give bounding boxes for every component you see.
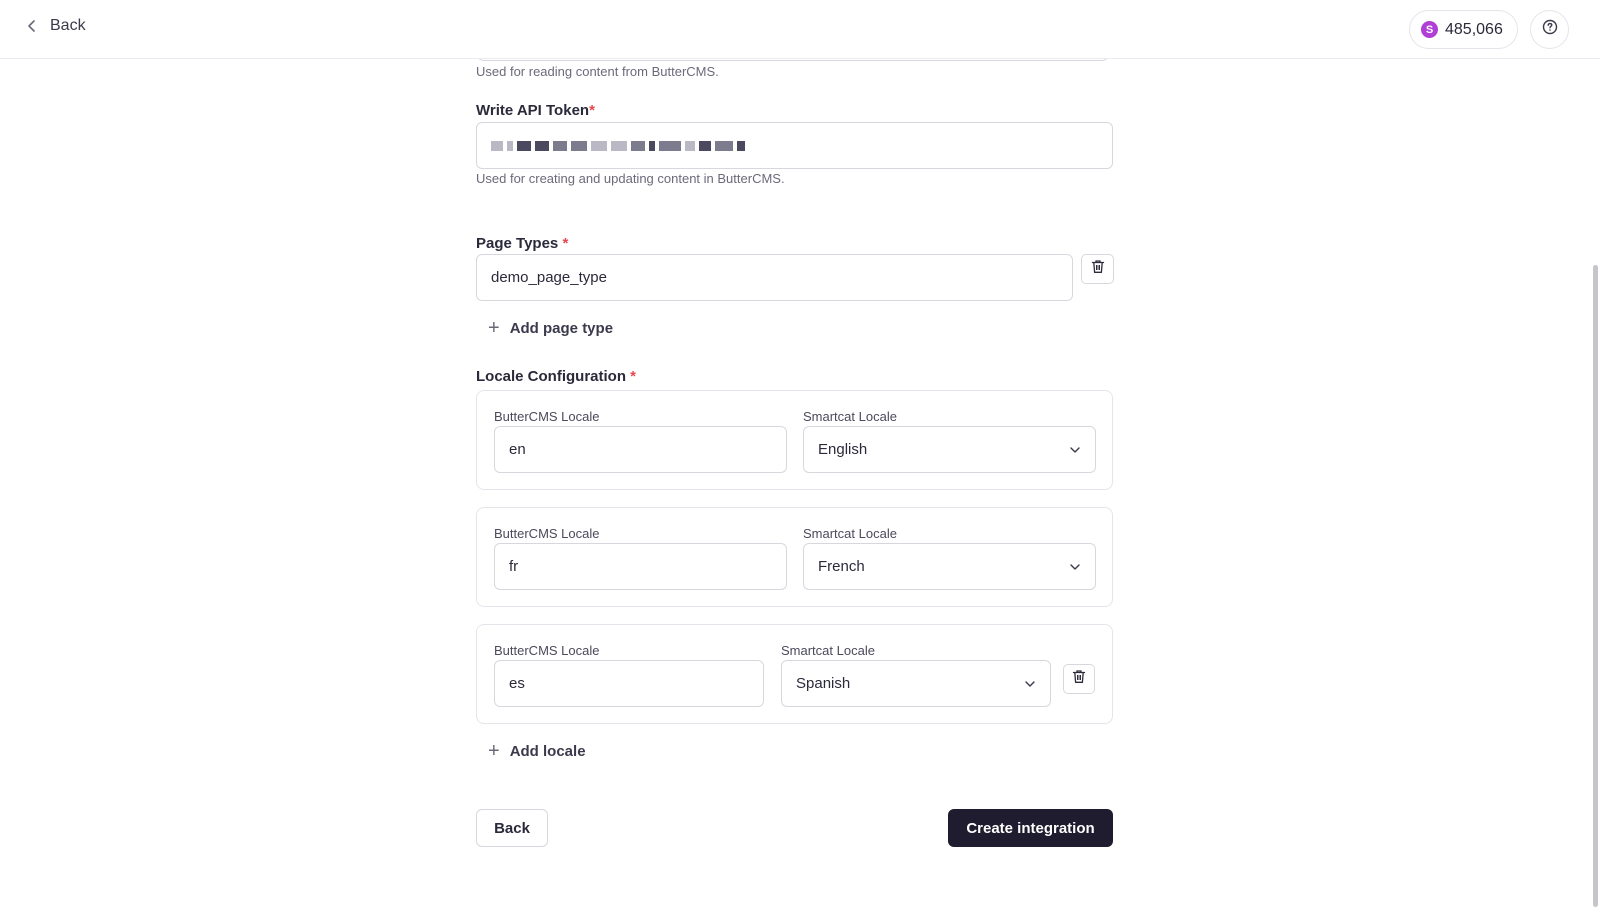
smartcat-locale-select[interactable]: French xyxy=(803,543,1096,590)
add-locale-label: Add locale xyxy=(509,742,586,760)
smartcat-locale-label: Smartcat Locale xyxy=(803,526,897,541)
help-button[interactable] xyxy=(1530,10,1569,49)
smartcat-locale-label: Smartcat Locale xyxy=(781,643,875,658)
buttercms-locale-label: ButterCMS Locale xyxy=(494,643,600,658)
smartcat-locale-value: English xyxy=(818,441,868,458)
buttercms-locale-input[interactable]: fr xyxy=(494,543,787,590)
add-page-type-button[interactable]: + Add page type xyxy=(488,318,613,338)
header-back-label: Back xyxy=(50,17,86,34)
page-types-label-text: Page Types xyxy=(476,235,559,252)
smartcat-locale-value: Spanish xyxy=(796,675,851,692)
smartcat-locale-select[interactable]: Spanish xyxy=(781,660,1051,707)
read-token-help: Used for reading content from ButterCMS. xyxy=(476,64,719,79)
required-mark: * xyxy=(630,368,637,385)
create-integration-button[interactable]: Create integration xyxy=(948,809,1113,847)
question-circle-icon xyxy=(1542,19,1558,40)
chevron-down-icon xyxy=(1024,675,1036,692)
locale-row: ButterCMS Locale en Smartcat Locale Engl… xyxy=(476,390,1113,490)
credits-value: 485,066 xyxy=(1445,20,1503,38)
write-api-token-input[interactable] xyxy=(476,122,1113,169)
write-token-label-text: Write API Token xyxy=(476,102,590,119)
write-token-help: Used for creating and updating content i… xyxy=(476,171,785,186)
locale-config-label-text: Locale Configuration xyxy=(476,368,626,385)
trash-icon xyxy=(1072,669,1086,689)
top-bar: Back S 485,066 xyxy=(0,0,1600,59)
footer-back-button[interactable]: Back xyxy=(476,809,548,847)
page-types-label: Page Types * xyxy=(476,235,568,252)
smartcat-locale-value: French xyxy=(818,558,865,575)
write-token-label: Write API Token* xyxy=(476,102,595,119)
trash-icon xyxy=(1091,259,1105,279)
buttercms-locale-label: ButterCMS Locale xyxy=(494,526,600,541)
plus-icon: + xyxy=(488,317,500,339)
header-back-link[interactable]: Back xyxy=(24,17,86,35)
chevron-left-icon xyxy=(24,18,40,34)
required-mark: * xyxy=(562,235,569,252)
delete-locale-button[interactable] xyxy=(1063,664,1095,694)
locale-row: ButterCMS Locale fr Smartcat Locale Fren… xyxy=(476,507,1113,607)
chevron-down-icon xyxy=(1069,558,1081,575)
page-type-input[interactable]: demo_page_type xyxy=(476,254,1073,301)
masked-token-value xyxy=(491,140,745,151)
buttercms-locale-input[interactable]: en xyxy=(494,426,787,473)
plus-icon: + xyxy=(488,740,500,762)
smartcat-locale-select[interactable]: English xyxy=(803,426,1096,473)
locale-row: ButterCMS Locale es Smartcat Locale Span… xyxy=(476,624,1113,724)
add-page-type-label: Add page type xyxy=(509,319,614,337)
add-locale-button[interactable]: + Add locale xyxy=(488,741,586,761)
smartcat-locale-label: Smartcat Locale xyxy=(803,409,897,424)
delete-page-type-button[interactable] xyxy=(1081,254,1114,284)
credits-balance[interactable]: S 485,066 xyxy=(1409,10,1518,49)
page-scrollbar[interactable] xyxy=(1593,265,1598,907)
buttercms-locale-input[interactable]: es xyxy=(494,660,764,707)
chevron-down-icon xyxy=(1069,441,1081,458)
credits-coin-icon: S xyxy=(1421,21,1438,38)
locale-config-label: Locale Configuration * xyxy=(476,368,636,385)
buttercms-locale-label: ButterCMS Locale xyxy=(494,409,600,424)
required-mark: * xyxy=(589,102,595,119)
